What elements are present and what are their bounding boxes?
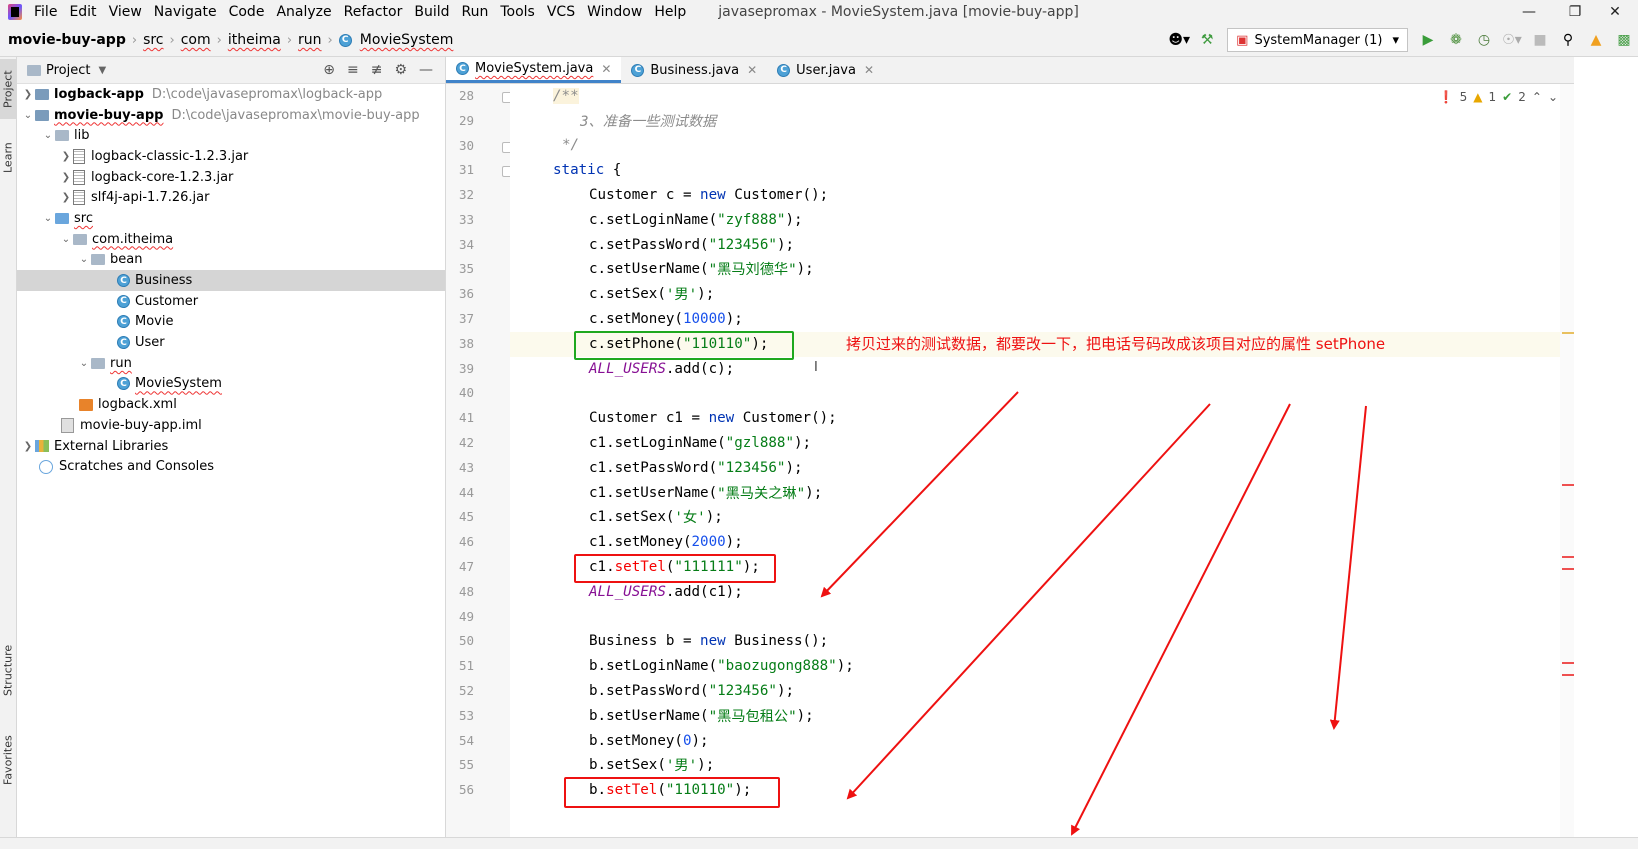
scrollbar-marker[interactable]	[1562, 674, 1574, 676]
scrollbar-marker[interactable]	[1562, 568, 1574, 570]
inspection-widget[interactable]: ❗ 5 ▲ 1 ✔ 2 ⌃ ⌄	[1433, 90, 1558, 104]
chevron-up-icon[interactable]: ⌃	[1532, 90, 1542, 104]
warning-count: 1	[1488, 90, 1497, 104]
chevron-down-icon[interactable]: ⌄	[1548, 90, 1558, 104]
scrollbar-marker[interactable]	[1562, 556, 1574, 558]
status-bar	[0, 837, 1638, 849]
arrow	[846, 403, 1211, 800]
arrow	[1071, 403, 1291, 836]
warning-icon: ▲	[1473, 90, 1483, 104]
annotation-arrows	[820, 391, 1367, 836]
error-count: 5	[1459, 90, 1468, 104]
right-tool-strip	[1574, 57, 1638, 837]
error-icon: ❗	[1438, 90, 1454, 104]
ok-count: 2	[1518, 90, 1526, 104]
arrow	[820, 391, 1019, 598]
arrow	[1329, 405, 1367, 730]
scrollbar-marker[interactable]	[1562, 662, 1574, 664]
check-icon: ✔	[1502, 90, 1513, 104]
scrollbar-marker[interactable]	[1562, 332, 1574, 334]
scrollbar-marker[interactable]	[1562, 484, 1574, 486]
editor-scrollbar[interactable]	[1560, 84, 1574, 837]
